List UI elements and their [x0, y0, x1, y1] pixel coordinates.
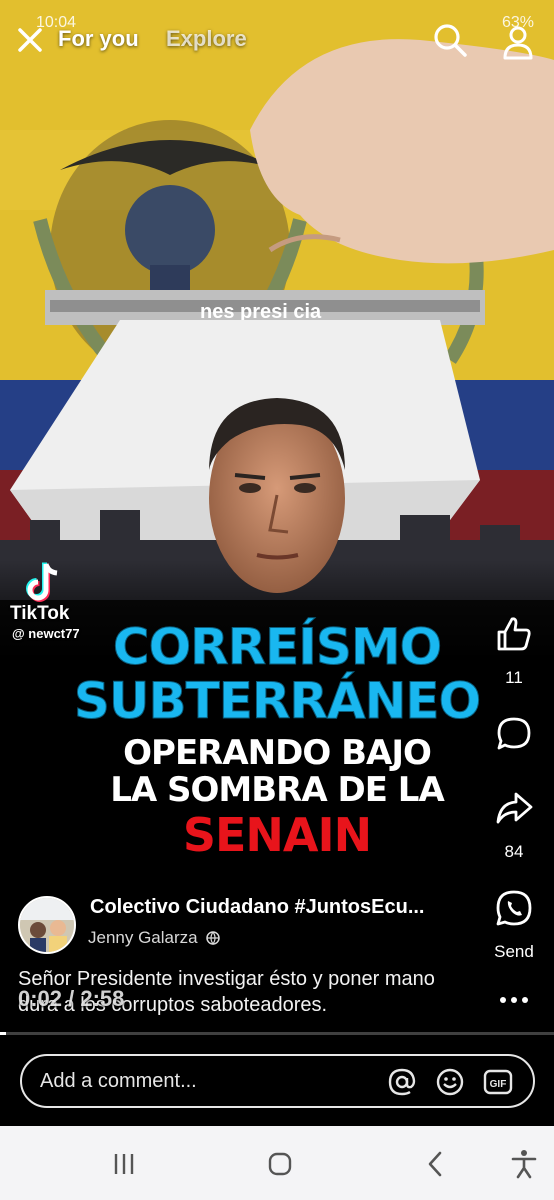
video-progress-bar[interactable] [0, 1032, 554, 1035]
share-count: 84 [504, 842, 524, 861]
group-avatar[interactable] [18, 896, 76, 954]
thumbs-up-icon [497, 617, 531, 651]
send-whatsapp-button[interactable] [494, 888, 534, 928]
whatsapp-icon [496, 890, 532, 926]
at-sign-icon [388, 1068, 416, 1096]
video-frame-image: nes presi cia [0, 0, 554, 1040]
video-progress-fill [0, 1032, 7, 1035]
top-navigation: For you Explore [0, 18, 554, 62]
emoji-smile-icon [436, 1068, 464, 1096]
accessibility-button[interactable] [506, 1146, 542, 1182]
comment-button[interactable] [494, 714, 534, 754]
like-count: 11 [505, 668, 523, 687]
share-arrow-icon [496, 792, 533, 824]
accessibility-icon [511, 1150, 537, 1179]
emoji-button[interactable] [434, 1066, 466, 1098]
tab-for-you[interactable]: For you [58, 26, 139, 52]
headline-line-1: CORREÍSMO [112, 618, 442, 677]
comment-placeholder: Add a comment... [40, 1070, 197, 1092]
home-icon [268, 1152, 292, 1176]
recent-apps-button[interactable] [106, 1146, 142, 1182]
home-button[interactable] [262, 1146, 298, 1182]
person-icon [503, 26, 533, 60]
search-icon [434, 24, 467, 57]
group-name-link[interactable]: Colectivo Ciudadano #JuntosEcu... [90, 896, 425, 919]
tiktok-logo-icon [24, 560, 64, 604]
author-name[interactable]: Jenny Galarza [88, 928, 198, 948]
more-dots-icon [500, 997, 528, 1003]
close-button[interactable] [14, 24, 46, 56]
headline-line-2: SUBTERRÁNEO [73, 672, 481, 731]
comment-bar: Add a comment... GIF [0, 1040, 554, 1126]
like-button[interactable] [494, 614, 534, 654]
share-button[interactable] [494, 788, 534, 828]
send-label: Send [494, 942, 534, 961]
video-timecode: 0:02 / 2:58 [18, 986, 125, 1011]
system-navigation-bar [0, 1126, 554, 1200]
profile-button[interactable] [498, 22, 538, 62]
recent-apps-icon [114, 1154, 134, 1174]
search-button[interactable] [430, 20, 470, 60]
gif-button[interactable]: GIF [482, 1066, 514, 1098]
video-player[interactable]: nes presi cia [0, 0, 554, 1040]
author-row: Jenny Galarza [88, 928, 220, 948]
back-chevron-icon [428, 1151, 442, 1177]
tab-explore[interactable]: Explore [166, 26, 247, 52]
more-options-button[interactable] [496, 988, 532, 1012]
mention-button[interactable] [386, 1066, 418, 1098]
headline-line-3: OPERANDO BAJO [123, 733, 432, 773]
back-button[interactable] [418, 1146, 454, 1182]
comment-input[interactable]: Add a comment... GIF [20, 1054, 535, 1108]
headline-line-4: LA SOMBRA DE LA [110, 770, 445, 810]
svg-text:GIF: GIF [490, 1079, 507, 1090]
headline-line-5: SENAIN [182, 808, 372, 862]
globe-icon [205, 931, 220, 945]
ballot-box-text: nes presi cia [200, 301, 322, 323]
gif-icon: GIF [483, 1069, 513, 1095]
comment-bubble-icon [497, 717, 531, 750]
close-icon [18, 28, 42, 52]
